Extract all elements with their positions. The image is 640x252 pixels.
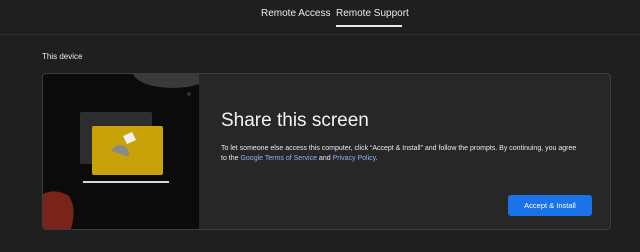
privacy-policy-link[interactable]: Privacy Policy [333,155,376,162]
tab-remote-access[interactable]: Remote Access [261,8,330,19]
share-screen-illustration [43,74,199,229]
share-screen-title: Share this screen [221,110,369,131]
top-navigation: Remote Access Remote Support [0,0,640,35]
description-end: . [375,155,378,162]
laptop-illustration-icon [43,74,199,229]
description-and: and [316,155,333,162]
accept-install-button[interactable]: Accept & Install [508,195,592,216]
remote-support-page: Remote Access Remote Support This device [0,0,640,252]
share-screen-card: Share this screen To let someone else ac… [42,73,611,230]
share-screen-description: To let someone else access this computer… [221,144,581,164]
active-tab-indicator [336,25,402,27]
terms-of-service-link[interactable]: Google Terms of Service [240,155,317,162]
section-title: This device [42,52,83,61]
tab-remote-support[interactable]: Remote Support [336,8,409,19]
